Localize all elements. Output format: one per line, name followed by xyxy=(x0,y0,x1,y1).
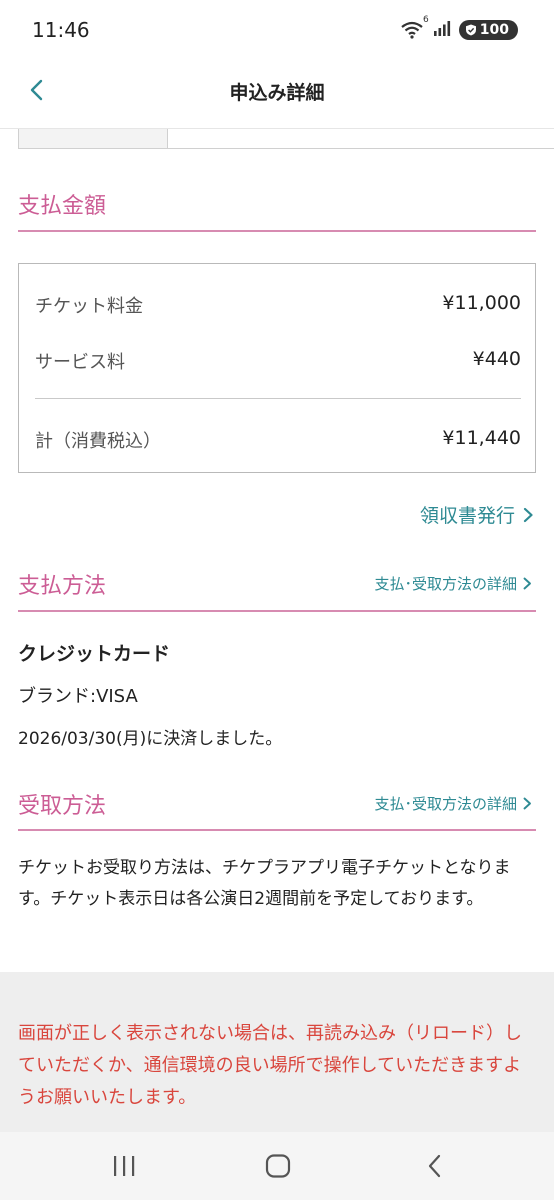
wifi-icon: 6 xyxy=(401,15,429,39)
wifi-badge: 6 xyxy=(423,15,429,25)
settlement-date: 2026/03/30(月)に決済しました。 xyxy=(18,729,283,749)
section-divider xyxy=(18,230,536,232)
status-time: 11:46 xyxy=(32,18,90,42)
total-row: 計（消費税込） ¥11,440 xyxy=(35,427,521,453)
price-divider xyxy=(35,398,521,399)
payment-amount-title: 支払金額 xyxy=(18,194,107,219)
shield-icon xyxy=(465,24,476,36)
receive-method-title: 受取方法 xyxy=(18,794,107,819)
signal-icon xyxy=(433,20,451,40)
section-divider xyxy=(18,610,536,612)
payment-method-title: 支払方法 xyxy=(18,574,107,599)
receive-detail-link[interactable]: 支払･受取方法の詳細 xyxy=(374,793,532,814)
home-button[interactable] xyxy=(258,1148,298,1184)
detail-link-label: 支払･受取方法の詳細 xyxy=(374,575,517,593)
receipt-link-label: 領収書発行 xyxy=(419,505,515,527)
price-label: サービス料 xyxy=(35,352,125,373)
total-label: 計（消費税込） xyxy=(35,431,161,452)
chevron-right-icon xyxy=(523,577,531,590)
receive-description: チケットお受取り方法は、チケプラアプリ電子チケットとなります。チケット表示日は各… xyxy=(18,858,511,909)
battery-indicator: 100 xyxy=(458,20,518,40)
table-cell xyxy=(166,129,554,149)
price-row: サービス料 ¥440 xyxy=(35,348,521,374)
payment-detail-link[interactable]: 支払･受取方法の詳細 xyxy=(374,573,532,594)
chevron-right-icon xyxy=(523,507,533,522)
price-value: ¥11,000 xyxy=(442,292,521,314)
card-brand: ブランド:VISA xyxy=(18,686,138,707)
total-value: ¥11,440 xyxy=(442,427,521,449)
reload-notice: 画面が正しく表示されない場合は、再読み込み（リロード）していただくか、通信環境の… xyxy=(18,1023,522,1108)
recent-apps-button[interactable] xyxy=(104,1148,144,1184)
price-row: チケット料金 ¥11,000 xyxy=(35,292,521,318)
chevron-left-icon xyxy=(428,1154,441,1178)
table-cell xyxy=(18,129,168,149)
status-icons: 6 100 xyxy=(401,15,518,40)
scrolled-table-remnant xyxy=(18,129,554,149)
price-label: チケット料金 xyxy=(35,296,143,317)
status-bar: 11:46 6 100 xyxy=(0,0,554,60)
detail-link-label: 支払･受取方法の詳細 xyxy=(374,795,517,813)
battery-level: 100 xyxy=(479,22,509,38)
back-nav-button[interactable] xyxy=(414,1148,454,1184)
recent-apps-icon xyxy=(114,1156,135,1176)
price-breakdown-box: チケット料金 ¥11,000 サービス料 ¥440 計（消費税込） ¥11,44… xyxy=(18,263,536,473)
home-icon xyxy=(265,1154,291,1178)
chevron-right-icon xyxy=(523,797,531,810)
app-header: 申込み詳細 xyxy=(0,60,554,129)
page-title: 申込み詳細 xyxy=(229,82,325,104)
system-nav-bar xyxy=(0,1132,554,1200)
section-divider xyxy=(18,829,536,831)
receipt-issue-link[interactable]: 領収書発行 xyxy=(420,501,534,528)
price-value: ¥440 xyxy=(472,348,521,370)
payment-method-name: クレジットカード xyxy=(18,643,171,665)
